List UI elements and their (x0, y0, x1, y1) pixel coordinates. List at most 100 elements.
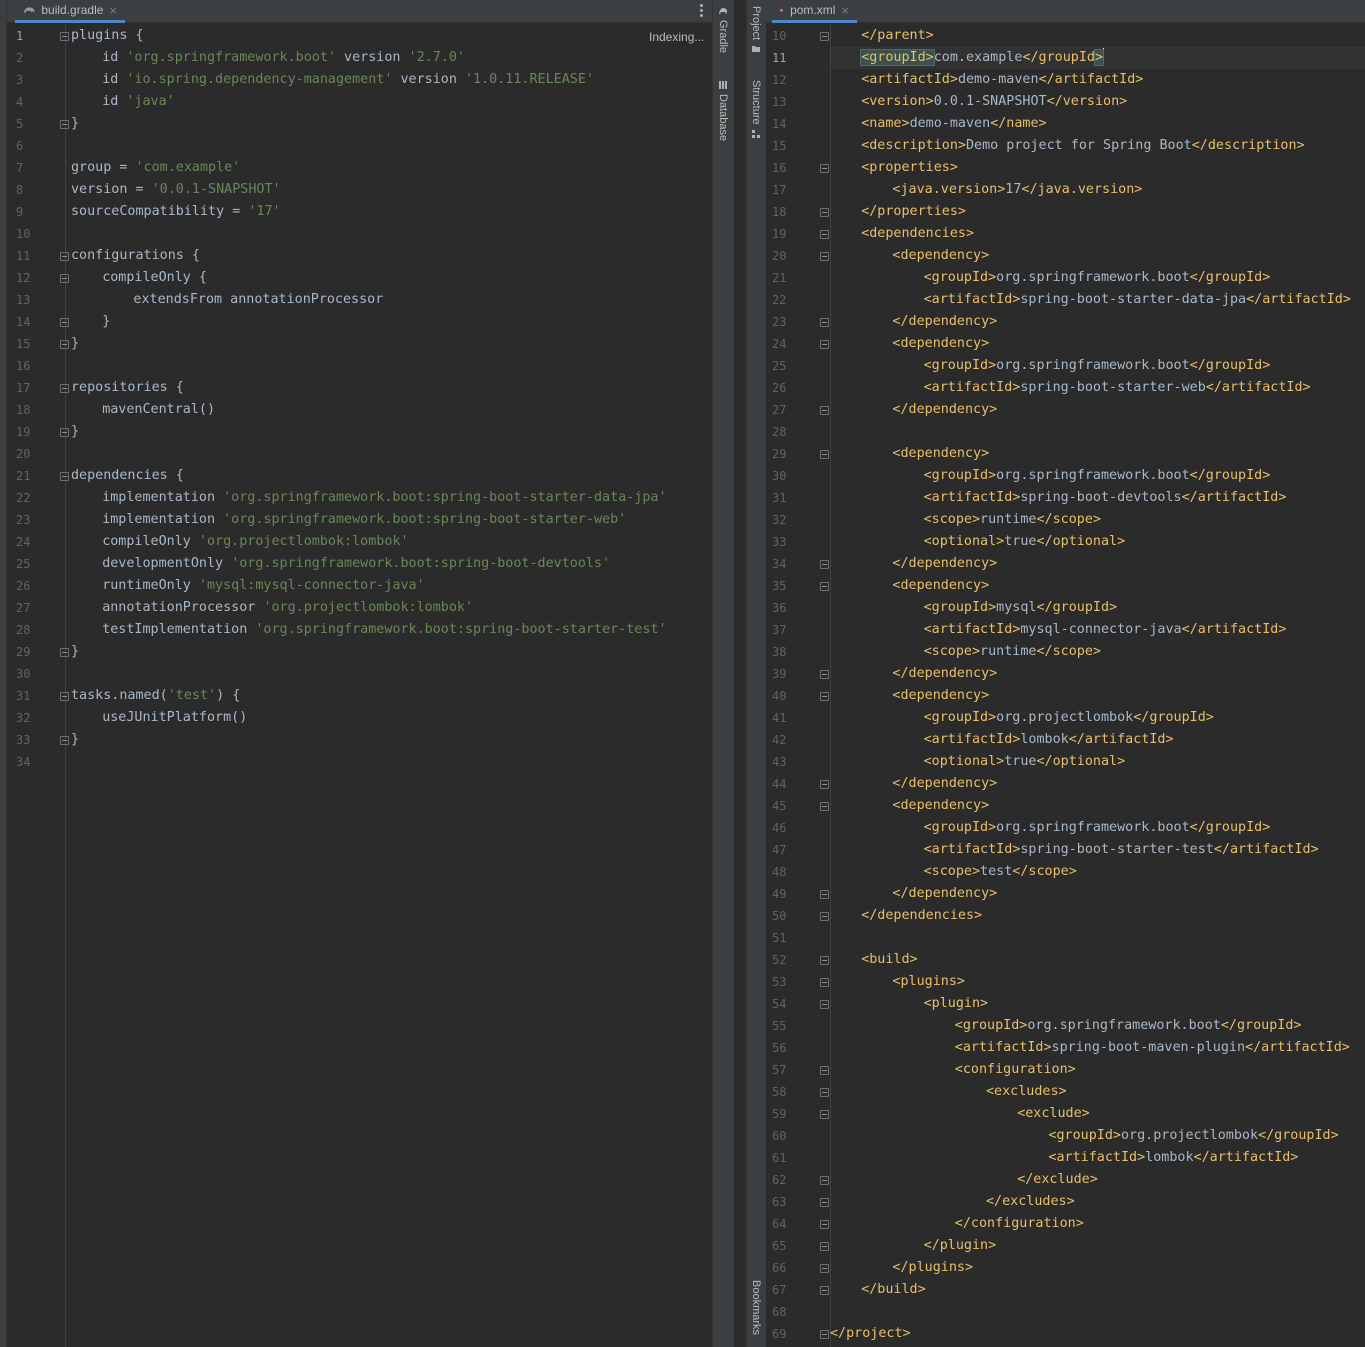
line-number: 8 (16, 183, 24, 197)
fold-marker-icon[interactable] (60, 736, 69, 745)
code-line: implementation 'org.springframework.boot… (102, 487, 666, 509)
tab-pom-xml[interactable]: m pom.xml × (772, 0, 857, 23)
fold-marker-icon[interactable] (820, 802, 829, 811)
gradle-tool-button[interactable]: Gradle (717, 6, 729, 53)
xml-tag: </dependency> (892, 402, 998, 417)
xml-line: <artifactId>spring-boot-starter-web</art… (924, 377, 1311, 399)
structure-tool-button[interactable]: Structure (750, 80, 762, 139)
fold-marker-icon[interactable] (820, 1066, 829, 1075)
xml-tag: <dependency> (892, 798, 990, 813)
xml-tag: <description> (861, 138, 966, 153)
line-number: 58 (772, 1085, 787, 1099)
code-line: id 'java' (102, 91, 175, 113)
fold-marker-icon[interactable] (820, 164, 829, 173)
xml-line: <groupId>org.springframework.boot</group… (955, 1015, 1302, 1037)
close-tab-icon[interactable]: × (109, 3, 117, 18)
fold-marker-icon[interactable] (60, 120, 69, 129)
fold-marker-icon[interactable] (820, 560, 829, 569)
xml-line: <scope>test</scope> (924, 861, 1077, 883)
fold-marker-icon[interactable] (60, 428, 69, 437)
xml-tag: </groupId> (1258, 1128, 1339, 1143)
xml-tag: </artifactId> (1068, 732, 1174, 747)
fold-marker-icon[interactable] (820, 780, 829, 789)
fold-marker-icon[interactable] (820, 1330, 829, 1339)
folder-icon (752, 46, 760, 53)
line-number: 28 (772, 425, 787, 439)
xml-tag: <groupId> (923, 468, 997, 483)
line-number: 34 (16, 755, 31, 769)
fold-marker-icon[interactable] (820, 230, 829, 239)
close-tab-icon[interactable]: × (841, 3, 849, 18)
fold-marker-icon[interactable] (820, 252, 829, 261)
bookmarks-tool-button[interactable]: Bookmarks (750, 1280, 762, 1335)
line-number: 53 (772, 975, 787, 989)
string-literal: 'io.spring.dependency-management' (126, 72, 393, 87)
fold-marker-icon[interactable] (60, 384, 69, 393)
line-number: 67 (772, 1283, 787, 1297)
xml-line: </configuration> (955, 1213, 1084, 1235)
fold-marker-icon[interactable] (60, 340, 69, 349)
text-caret (1103, 48, 1105, 63)
fold-marker-icon[interactable] (820, 406, 829, 415)
fold-marker-icon[interactable] (820, 978, 829, 987)
fold-marker-icon[interactable] (820, 1264, 829, 1273)
line-number: 11 (16, 249, 31, 263)
database-tool-button[interactable]: Database (717, 80, 729, 141)
fold-marker-icon[interactable] (60, 274, 69, 283)
fold-marker-icon[interactable] (820, 340, 829, 349)
xml-text: com.example (933, 50, 1023, 65)
xml-tag: </version> (1046, 94, 1128, 109)
line-number: 39 (772, 667, 787, 681)
right-tab-bar: m pom.xml × (766, 0, 1365, 23)
xml-tag: <groupId> (923, 358, 997, 373)
line-number: 26 (772, 381, 787, 395)
fold-marker-icon[interactable] (820, 1176, 829, 1185)
xml-tag: </groupId> (1189, 820, 1271, 835)
code-token: tasks.named( (71, 688, 168, 703)
xml-tag: </artifactId> (1193, 1150, 1299, 1165)
fold-marker-icon[interactable] (820, 1220, 829, 1229)
xml-tag: <scope> (923, 864, 981, 879)
fold-marker-icon[interactable] (820, 956, 829, 965)
fold-marker-icon[interactable] (820, 890, 829, 899)
fold-marker-icon[interactable] (820, 1242, 829, 1251)
code-token: useJUnitPlatform() (102, 710, 248, 725)
fold-marker-icon[interactable] (820, 318, 829, 327)
left-fold-guide (65, 25, 66, 1347)
fold-marker-icon[interactable] (820, 582, 829, 591)
line-number: 48 (772, 865, 787, 879)
more-options-icon[interactable] (700, 4, 704, 18)
fold-marker-icon[interactable] (820, 1000, 829, 1009)
fold-marker-icon[interactable] (60, 692, 69, 701)
xml-tag: </optional> (1036, 754, 1126, 769)
fold-marker-icon[interactable] (60, 472, 69, 481)
xml-line: <artifactId>demo-maven</artifactId> (861, 69, 1143, 91)
xml-tag: </artifactId> (1245, 1040, 1350, 1055)
editor-splitter[interactable] (734, 0, 746, 1347)
xml-tag: </artifactId> (1181, 490, 1287, 505)
code-token: } (71, 644, 80, 659)
fold-marker-icon[interactable] (820, 1198, 829, 1207)
line-number: 65 (772, 1239, 787, 1253)
fold-marker-icon[interactable] (60, 32, 69, 41)
fold-marker-icon[interactable] (820, 692, 829, 701)
fold-marker-icon[interactable] (820, 1088, 829, 1097)
line-number: 29 (772, 447, 787, 461)
tab-build-gradle[interactable]: build.gradle × (15, 0, 125, 23)
fold-marker-icon[interactable] (820, 32, 829, 41)
code-token: repositories { (71, 380, 184, 395)
xml-tag: </scope> (1036, 512, 1101, 527)
fold-marker-icon[interactable] (60, 648, 69, 657)
fold-marker-icon[interactable] (820, 450, 829, 459)
code-line: } (71, 729, 79, 751)
fold-marker-icon[interactable] (820, 670, 829, 679)
project-tool-button[interactable]: Project (750, 6, 762, 54)
fold-marker-icon[interactable] (820, 912, 829, 921)
fold-marker-icon[interactable] (820, 208, 829, 217)
xml-tag: <artifactId> (923, 292, 1021, 307)
fold-marker-icon[interactable] (820, 1110, 829, 1119)
fold-marker-icon[interactable] (60, 252, 69, 261)
line-number: 40 (772, 689, 787, 703)
fold-marker-icon[interactable] (60, 318, 69, 327)
fold-marker-icon[interactable] (820, 1286, 829, 1295)
